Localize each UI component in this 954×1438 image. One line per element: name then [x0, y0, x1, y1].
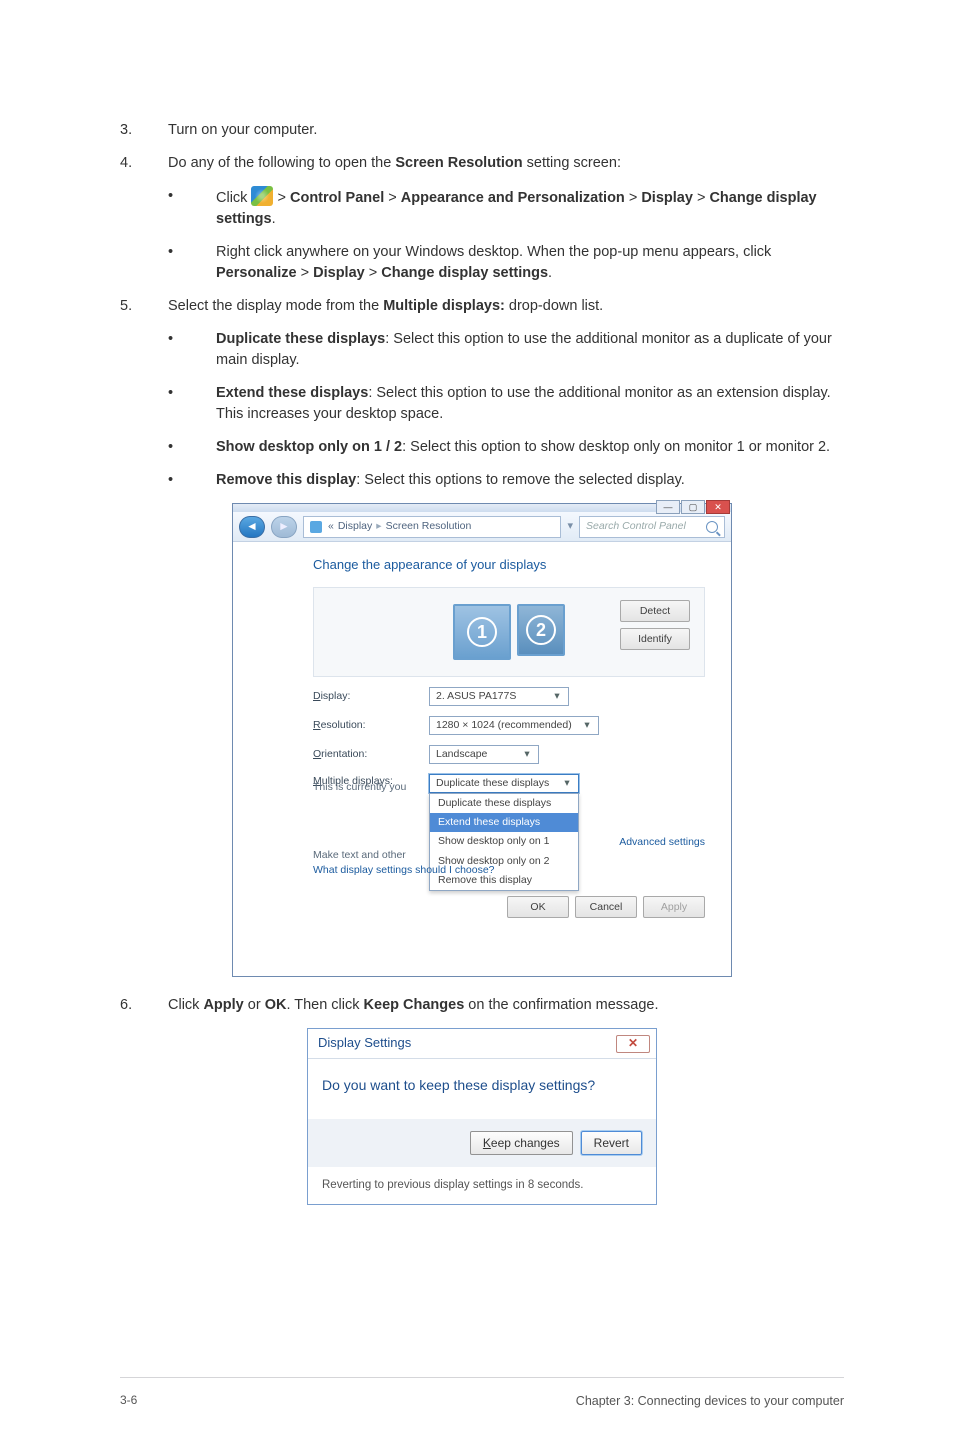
detect-button[interactable]: Detect — [620, 600, 690, 622]
minimize-button[interactable]: — — [656, 500, 680, 514]
cancel-button[interactable]: Cancel — [575, 896, 637, 918]
page-number: 3-6 — [120, 1392, 137, 1410]
bullet: • — [168, 186, 216, 230]
dialog-question: Do you want to keep these display settin… — [308, 1059, 656, 1119]
window-nav-bar: ◄ ► « Display ▸ Screen Resolution ▾ Sear… — [233, 512, 731, 542]
panel-heading: Change the appearance of your displays — [313, 556, 705, 575]
bullet-text: Click > Control Panel > Appearance and P… — [216, 186, 844, 230]
menu-option-show1[interactable]: Show desktop only on 1 — [430, 832, 578, 851]
windows-start-icon — [251, 186, 273, 206]
dialog-title: Display Settings — [318, 1034, 411, 1053]
bullet-text: Right click anywhere on your Windows des… — [216, 242, 844, 284]
close-button[interactable]: ✕ — [706, 500, 730, 514]
display-settings-dialog: Display Settings ✕ Do you want to keep t… — [307, 1028, 657, 1205]
step-text: Do any of the following to open the Scre… — [168, 153, 844, 174]
chevron-down-icon: ▾ — [582, 721, 592, 731]
bullet: • — [168, 383, 216, 425]
search-icon — [706, 521, 718, 533]
chevron-down-icon: ▾ — [562, 779, 572, 789]
dialog-footer-text: Reverting to previous display settings i… — [308, 1167, 656, 1204]
bullet: • — [168, 242, 216, 284]
nav-back-button[interactable]: ◄ — [239, 516, 265, 538]
bullet: • — [168, 329, 216, 371]
label-display: Display: — [313, 689, 417, 704]
monitor-stage: 1 2 Detect Identify — [313, 587, 705, 677]
apply-button[interactable]: Apply — [643, 896, 705, 918]
bullet-text: Duplicate these displays: Select this op… — [216, 329, 844, 371]
bullet-text: Remove this display: Select this options… — [216, 470, 844, 491]
resolution-dropdown[interactable]: 1280 × 1024 (recommended)▾ — [429, 716, 599, 735]
nav-forward-button[interactable]: ► — [271, 516, 297, 538]
menu-option-extend[interactable]: Extend these displays — [430, 813, 578, 832]
window-titlebar: — ▢ ✕ — [233, 504, 731, 512]
multiple-displays-dropdown[interactable]: Duplicate these displays▾ — [429, 774, 579, 793]
identify-button[interactable]: Identify — [620, 628, 690, 650]
orientation-dropdown[interactable]: Landscape▾ — [429, 745, 539, 764]
display-dropdown[interactable]: 2. ASUS PA177S▾ — [429, 687, 569, 706]
dialog-close-button[interactable]: ✕ — [616, 1035, 650, 1053]
bullet: • — [168, 437, 216, 458]
step-number: 3. — [120, 120, 168, 141]
breadcrumb[interactable]: « Display ▸ Screen Resolution — [303, 516, 561, 538]
step-text: Select the display mode from the Multipl… — [168, 296, 844, 317]
page-footer: 3-6 Chapter 3: Connecting devices to you… — [120, 1392, 844, 1410]
control-panel-icon — [310, 521, 322, 533]
menu-option-duplicate[interactable]: Duplicate these displays — [430, 794, 578, 813]
screen-resolution-window: — ▢ ✕ ◄ ► « Display ▸ Screen Resolution … — [232, 503, 732, 977]
keep-changes-button[interactable]: Keep changes — [470, 1131, 573, 1155]
search-input[interactable]: Search Control Panel — [579, 516, 725, 538]
chevron-down-icon: ▾ — [522, 750, 532, 760]
label-orientation: Orientation: — [313, 747, 417, 762]
step-number: 6. — [120, 995, 168, 1016]
bullet: • — [168, 470, 216, 491]
revert-button[interactable]: Revert — [581, 1131, 642, 1155]
monitor-1[interactable]: 1 — [453, 604, 511, 660]
ok-button[interactable]: OK — [507, 896, 569, 918]
chevron-down-icon: ▾ — [552, 692, 562, 702]
chapter-title: Chapter 3: Connecting devices to your co… — [576, 1392, 844, 1410]
maximize-button[interactable]: ▢ — [681, 500, 705, 514]
step-number: 4. — [120, 153, 168, 174]
monitor-2[interactable]: 2 — [517, 604, 565, 656]
bullet-text: Show desktop only on 1 / 2: Select this … — [216, 437, 844, 458]
bullet-text: Extend these displays: Select this optio… — [216, 383, 844, 425]
label-resolution: Resolution: — [313, 718, 417, 733]
step-text: Click Apply or OK. Then click Keep Chang… — [168, 995, 844, 1016]
step-text: Turn on your computer. — [168, 120, 844, 141]
step-number: 5. — [120, 296, 168, 317]
